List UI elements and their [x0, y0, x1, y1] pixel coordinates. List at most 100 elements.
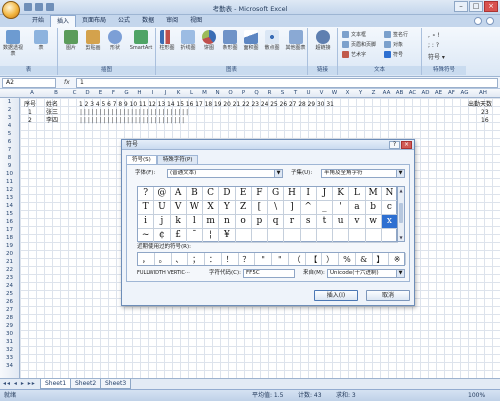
column-header[interactable]: Z — [367, 89, 380, 98]
column-header[interactable]: X — [341, 89, 354, 98]
symbol-cell[interactable] — [284, 229, 301, 243]
symbol-cell[interactable]: U — [154, 201, 171, 215]
cell-seq-1[interactable]: 1 — [28, 109, 32, 117]
column-header[interactable]: AC — [406, 89, 419, 98]
row-header[interactable]: 12 — [0, 186, 19, 194]
symbol-cell[interactable] — [251, 229, 268, 243]
table-button[interactable]: 表 — [30, 30, 52, 51]
column-header[interactable]: AE — [432, 89, 445, 98]
row-header[interactable]: 31 — [0, 338, 19, 346]
symbol-cell[interactable]: x — [381, 215, 398, 229]
row-header[interactable]: 6 — [0, 138, 19, 146]
recent-symbol-cell[interactable]: ： — [205, 253, 222, 265]
cell-name-2[interactable]: 李四 — [46, 117, 58, 125]
special-symbol-row-2[interactable]: ; : ? — [428, 42, 439, 49]
symbol-cell[interactable] — [316, 229, 333, 243]
cell-attendance-1[interactable]: 23 — [481, 109, 489, 117]
recent-symbol-cell[interactable]: （ — [289, 253, 306, 265]
sheet-tab-1[interactable]: Sheet1 — [40, 379, 72, 389]
row-header[interactable]: 10 — [0, 170, 19, 178]
bar-chart-button[interactable]: 条形图 — [219, 30, 241, 51]
recent-symbol-cell[interactable]: % — [339, 253, 356, 265]
recent-symbol-cell[interactable]: 】 — [373, 253, 390, 265]
recent-symbol-cell[interactable]: " — [272, 253, 289, 265]
symbol-cell[interactable] — [349, 229, 366, 243]
from-select[interactable]: Unicode(十六进制) ▼ — [327, 269, 405, 278]
smartart-button[interactable]: SmartArt — [128, 30, 154, 51]
restore-icon[interactable] — [486, 17, 494, 25]
tab-5[interactable]: 审阅 — [160, 15, 184, 27]
row-header[interactable]: 1 — [0, 98, 19, 106]
column-header[interactable]: E — [94, 89, 107, 98]
cell-name-1[interactable]: 张三 — [46, 109, 58, 117]
symbol-cell[interactable]: N — [381, 187, 398, 201]
symbol-cell[interactable]: l — [186, 215, 203, 229]
tab-4[interactable]: 数据 — [136, 15, 160, 27]
font-select[interactable]: (普通文本) ▼ — [167, 169, 283, 178]
symbol-cell[interactable]: T — [138, 201, 155, 215]
column-header[interactable]: L — [185, 89, 198, 98]
column-header[interactable]: C — [68, 89, 81, 98]
symbol-cell[interactable]: i — [138, 215, 155, 229]
cell-days-header[interactable]: 1 2 3 4 5 6 7 8 9 10 11 12 13 14 15 16 1… — [79, 101, 334, 109]
shapes-button[interactable]: 形状 — [104, 30, 126, 51]
minimize-icon[interactable]: – — [454, 1, 468, 12]
column-header[interactable]: H — [133, 89, 146, 98]
row-header[interactable]: 32 — [0, 346, 19, 354]
name-box[interactable]: A2 — [2, 78, 56, 88]
scroll-thumb[interactable] — [399, 203, 403, 223]
char-code-input[interactable]: FF5C — [243, 269, 295, 278]
symbol-cell[interactable]: £ — [170, 229, 187, 243]
row-header[interactable]: 23 — [0, 274, 19, 282]
column-header[interactable]: AH — [471, 89, 495, 98]
symbol-cell[interactable]: G — [268, 187, 285, 201]
row-header[interactable]: 33 — [0, 354, 19, 362]
column-header[interactable]: U — [302, 89, 315, 98]
symbol-cell[interactable]: ' — [333, 201, 350, 215]
recent-symbol-cell[interactable]: " — [255, 253, 272, 265]
row-header[interactable]: 3 — [0, 114, 19, 122]
other-charts-button[interactable]: 其他图表 — [283, 30, 308, 51]
row-header[interactable]: 8 — [0, 154, 19, 162]
row-header[interactable]: 27 — [0, 306, 19, 314]
symbol-cell[interactable]: ] — [284, 201, 301, 215]
row-header[interactable]: 29 — [0, 322, 19, 330]
row-header[interactable]: 22 — [0, 266, 19, 274]
scatter-chart-button[interactable]: 散点图 — [261, 30, 283, 51]
row-header[interactable]: 7 — [0, 146, 19, 154]
symbol-cell[interactable]: p — [251, 215, 268, 229]
close-icon[interactable]: × — [401, 141, 412, 149]
row-header[interactable]: 25 — [0, 290, 19, 298]
recent-symbol-cell[interactable]: ？ — [239, 253, 256, 265]
tab-3[interactable]: 公式 — [112, 15, 136, 27]
row-header[interactable]: 14 — [0, 202, 19, 210]
row-header[interactable]: 34 — [0, 362, 19, 370]
recent-symbol-cell[interactable]: & — [356, 253, 373, 265]
tab-0[interactable]: 开始 — [26, 15, 50, 27]
row-header[interactable]: 21 — [0, 258, 19, 266]
symbol-cell[interactable] — [381, 229, 398, 243]
symbol-cell[interactable]: Z — [235, 201, 252, 215]
column-header[interactable]: F — [107, 89, 120, 98]
column-header[interactable]: S — [276, 89, 289, 98]
symbol-cell[interactable]: m — [203, 215, 220, 229]
wordart-button[interactable]: 艺术字 — [342, 51, 366, 58]
recent-symbol-cell[interactable]: 、 — [172, 253, 189, 265]
scroll-down-icon[interactable]: ▼ — [398, 234, 404, 241]
symbol-cell[interactable]: @ — [154, 187, 171, 201]
column-header[interactable]: O — [224, 89, 237, 98]
symbol-cell[interactable]: I — [300, 187, 317, 201]
symbol-cell[interactable] — [333, 229, 350, 243]
recent-symbol-cell[interactable]: ！ — [222, 253, 239, 265]
row-header[interactable]: 11 — [0, 178, 19, 186]
line-chart-button[interactable]: 折线图 — [177, 30, 199, 51]
symbol-cell[interactable]: ~ — [138, 229, 155, 243]
tab-2[interactable]: 页面布局 — [76, 15, 112, 27]
column-header[interactable]: AA — [380, 89, 393, 98]
symbol-cell[interactable]: [ — [251, 201, 268, 215]
cell-marks-2[interactable]: | | | | | | | | | | | | | | | | | | | | … — [80, 117, 184, 125]
column-header[interactable]: T — [289, 89, 302, 98]
maximize-icon[interactable]: □ — [469, 1, 483, 12]
row-header[interactable]: 26 — [0, 298, 19, 306]
row-header[interactable]: 28 — [0, 314, 19, 322]
